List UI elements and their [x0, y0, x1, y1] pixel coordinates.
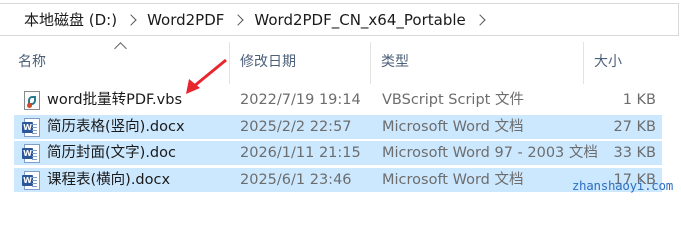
- address-bar[interactable]: 本地磁盘 (D:) Word2PDF Word2PDF_CN_x64_Porta…: [0, 0, 681, 38]
- file-date: 2022/7/19 19:14: [240, 92, 361, 108]
- column-divider[interactable]: [370, 42, 371, 84]
- breadcrumb-word2pdf[interactable]: Word2PDF: [147, 11, 230, 29]
- file-row-schedule[interactable]: 课程表(横向).docx 2025/6/1 23:46 Microsoft Wo…: [14, 168, 662, 192]
- word-doc-icon: [22, 143, 40, 163]
- chevron-right-icon[interactable]: [474, 14, 486, 26]
- column-header-date[interactable]: 修改日期: [240, 50, 296, 74]
- file-name: 课程表(横向).docx: [47, 172, 171, 188]
- sort-ascending-icon: [114, 42, 127, 55]
- file-name: 简历表格(竖向).docx: [47, 119, 185, 135]
- column-header-size[interactable]: 大小: [594, 50, 622, 74]
- column-divider[interactable]: [583, 42, 584, 84]
- chevron-right-icon[interactable]: [232, 14, 244, 26]
- breadcrumb[interactable]: 本地磁盘 (D:) Word2PDF Word2PDF_CN_x64_Porta…: [0, 3, 679, 36]
- file-name: 简历封面(文字).doc: [47, 145, 176, 161]
- file-size: 33 KB: [613, 145, 656, 161]
- word-doc-icon: [22, 117, 40, 137]
- file-date: 2025/6/1 23:46: [240, 172, 352, 188]
- site-watermark: zhanshaoyi.com: [571, 178, 673, 193]
- file-row-resume-table[interactable]: 简历表格(竖向).docx 2025/2/2 22:57 Microsoft W…: [14, 115, 662, 139]
- file-type: Microsoft Word 文档: [382, 119, 524, 135]
- file-type: Microsoft Word 文档: [382, 172, 524, 188]
- column-header-name[interactable]: 名称: [18, 50, 46, 74]
- file-date: 2025/2/2 22:57: [240, 119, 352, 135]
- breadcrumb-drive-d[interactable]: 本地磁盘 (D:): [0, 9, 123, 30]
- file-row-vbs[interactable]: word批量转PDF.vbs 2022/7/19 19:14 VBScript …: [14, 88, 662, 112]
- file-type: Microsoft Word 97 - 2003 文档: [382, 145, 598, 161]
- file-size: 1 KB: [622, 92, 656, 108]
- file-name: word批量转PDF.vbs: [47, 92, 183, 108]
- column-header: 名称 修改日期 类型 大小: [0, 38, 681, 85]
- column-header-type[interactable]: 类型: [381, 50, 409, 74]
- vbs-file-icon: [24, 90, 40, 110]
- file-row-resume-cover[interactable]: 简历封面(文字).doc 2026/1/11 21:15 Microsoft W…: [14, 141, 662, 165]
- file-size: 27 KB: [613, 119, 656, 135]
- word-doc-icon: [22, 170, 40, 190]
- breadcrumb-portable-folder[interactable]: Word2PDF_CN_x64_Portable: [254, 11, 471, 29]
- column-divider[interactable]: [229, 42, 230, 84]
- file-type: VBScript Script 文件: [382, 92, 524, 108]
- chevron-right-icon[interactable]: [125, 14, 137, 26]
- file-date: 2026/1/11 21:15: [240, 145, 361, 161]
